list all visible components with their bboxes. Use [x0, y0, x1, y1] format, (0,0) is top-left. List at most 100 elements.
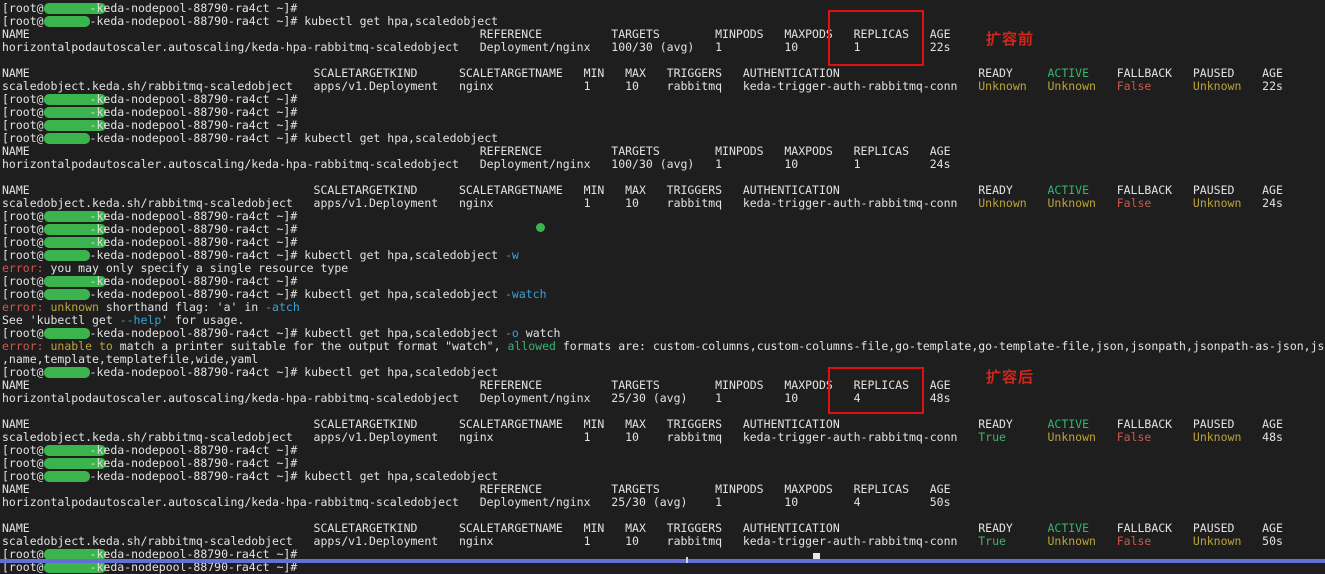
terminal-text: FALLBACK PAUSED AGE — [1089, 183, 1283, 197]
terminal-text: shorthand flag: 'a' in — [98, 300, 266, 314]
terminal-text: you may only specify a single resource t… — [43, 261, 349, 275]
terminal-text: ACTIVE — [1047, 417, 1090, 431]
terminal-text: NAME REFERENCE TARGETS MINPODS MAXPODS R… — [2, 378, 951, 392]
redaction-blob — [43, 16, 90, 27]
terminal-text: False — [1116, 196, 1152, 210]
terminal-text: Unknown — [1192, 79, 1242, 93]
annotation-label-after: 扩容后 — [986, 369, 1035, 386]
terminal-text: False — [1116, 79, 1152, 93]
terminal-text: [root@ — [2, 105, 44, 119]
terminal-text: [root@ — [2, 222, 44, 236]
terminal-text: 24s — [1262, 196, 1283, 210]
terminal-line: horizontalpodautoscaler.autoscaling/keda… — [2, 41, 1324, 54]
terminal-text: NAME SCALETARGETKIND SCALETARGETNAME MIN… — [2, 66, 1048, 80]
terminal-text: -keda-nodepool-88790-ra4ct ~]# — [89, 209, 305, 223]
terminal-line: horizontalpodautoscaler.autoscaling/keda… — [2, 496, 1324, 509]
terminal-text: -keda-nodepool-88790-ra4ct ~]# — [89, 235, 305, 249]
terminal-output: [root@ -keda-nodepool-88790-ra4ct ~]# [ro… — [2, 2, 1324, 574]
terminal-line: horizontalpodautoscaler.autoscaling/keda… — [2, 392, 1324, 405]
terminal-text: horizontalpodautoscaler.autoscaling/keda… — [2, 157, 951, 171]
terminal-text: scaledobject.keda.sh/rabbitmq-scaledobje… — [2, 534, 979, 548]
terminal-text: -o — [504, 326, 519, 340]
terminal-text: True — [978, 430, 1006, 444]
redaction-blob — [43, 328, 90, 339]
terminal-line: horizontalpodautoscaler.autoscaling/keda… — [2, 158, 1324, 171]
terminal-text: NAME SCALETARGETKIND SCALETARGETNAME MIN… — [2, 521, 1048, 535]
terminal-text: [root@ — [2, 131, 44, 145]
terminal-text: error: — [2, 339, 44, 353]
terminal-text: Unknown — [1192, 196, 1242, 210]
terminal-text: kubectl get hpa,scaledobject — [304, 326, 505, 340]
terminal-text: [root@ — [2, 469, 44, 483]
highlight-box-after — [828, 367, 924, 414]
terminal-text: Unknown — [1192, 534, 1242, 548]
terminal-text: [root@ — [2, 209, 44, 223]
terminal-text: ACTIVE — [1047, 183, 1090, 197]
terminal-text: ,name,template,templatefile,wide,yaml — [2, 352, 259, 366]
terminal-text: NAME SCALETARGETKIND SCALETARGETNAME MIN… — [2, 183, 1048, 197]
terminal-text: Unknown — [1047, 79, 1096, 93]
green-dot — [536, 223, 545, 232]
terminal-text: -w — [504, 248, 519, 262]
terminal-text: [root@ — [2, 274, 44, 288]
terminal-text: [root@ — [2, 326, 44, 340]
terminal-text: -keda-nodepool-88790-ra4ct ~]# — [89, 92, 305, 106]
terminal-screen[interactable]: [root@ -keda-nodepool-88790-ra4ct ~]# [ro… — [0, 0, 1325, 574]
terminal-text: ACTIVE — [1047, 521, 1090, 535]
terminal-text: error: — [2, 300, 44, 314]
terminal-text: Unknown — [1192, 430, 1242, 444]
terminal-text: horizontalpodautoscaler.autoscaling/keda… — [2, 391, 951, 405]
terminal-text: -keda-nodepool-88790-ra4ct ~]# — [89, 1, 305, 15]
terminal-text: 22s — [1262, 79, 1283, 93]
terminal-text: Unknown — [1047, 430, 1096, 444]
terminal-text: match a printer suitable for the output … — [112, 339, 508, 353]
highlight-box-before — [828, 10, 924, 66]
terminal-text: kubectl get hpa,scaledobject — [304, 365, 499, 379]
terminal-text: error: — [2, 261, 44, 275]
terminal-text: [root@ — [2, 287, 44, 301]
terminal-text: scaledobject.keda.sh/rabbitmq-scaledobje… — [2, 196, 979, 210]
redaction-blob — [43, 367, 90, 378]
terminal-text: -keda-nodepool-88790-ra4ct ~]# — [89, 326, 305, 340]
terminal-text: scaledobject.keda.sh/rabbitmq-scaledobje… — [2, 79, 979, 93]
terminal-text: kubectl get hpa,scaledobject — [304, 131, 499, 145]
terminal-text: Unknown — [1047, 196, 1096, 210]
terminal-text: [root@ — [2, 365, 44, 379]
terminal-text: 48s — [1262, 430, 1283, 444]
terminal-text: -keda-nodepool-88790-ra4ct ~]# — [89, 118, 305, 132]
redaction-blob — [43, 289, 90, 300]
terminal-text: True — [978, 534, 1006, 548]
terminal-text: Unknown — [1047, 534, 1096, 548]
terminal-text: Unknown — [978, 79, 1027, 93]
terminal-text: watch — [518, 326, 561, 340]
terminal-text: formats are: custom-columns,custom-colum… — [555, 339, 1325, 353]
terminal-text: NAME REFERENCE TARGETS MINPODS MAXPODS R… — [2, 144, 951, 158]
terminal-text: ACTIVE — [1047, 66, 1090, 80]
redaction-blob — [43, 133, 90, 144]
terminal-text: kubectl get hpa,scaledobject — [304, 248, 505, 262]
terminal-text: 50s — [1262, 534, 1283, 548]
terminal-text: horizontalpodautoscaler.autoscaling/keda… — [2, 40, 951, 54]
terminal-text: [root@ — [2, 92, 44, 106]
terminal-text: -keda-nodepool-88790-ra4ct ~]# — [89, 105, 305, 119]
terminal-text: -keda-nodepool-88790-ra4ct ~]# — [89, 287, 305, 301]
terminal-text: [root@ — [2, 14, 44, 28]
terminal-text: -keda-nodepool-88790-ra4ct ~]# — [89, 443, 305, 457]
terminal-text: kubectl get hpa,scaledobject — [304, 469, 499, 483]
terminal-text: -keda-nodepool-88790-ra4ct ~]# — [89, 131, 305, 145]
terminal-text: False — [1116, 430, 1152, 444]
bottom-scrollbar[interactable] — [0, 559, 1325, 563]
terminal-text: -keda-nodepool-88790-ra4ct ~]# — [89, 469, 305, 483]
annotation-label-before: 扩容前 — [986, 31, 1035, 48]
terminal-text: -keda-nodepool-88790-ra4ct ~]# — [89, 248, 305, 262]
